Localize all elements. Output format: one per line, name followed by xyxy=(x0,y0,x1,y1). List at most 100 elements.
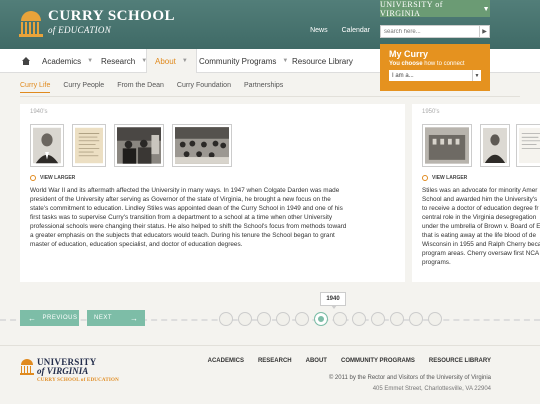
timeline-panel-1950s: 1950's VIEW LARGER Stiles was an advocat… xyxy=(412,104,540,282)
nav-resource-library[interactable]: Resource Library xyxy=(292,49,353,73)
nav-academics[interactable]: Academics ▼ xyxy=(42,49,93,73)
previous-label: PREVIOUS xyxy=(42,315,78,321)
timeline-dot[interactable] xyxy=(276,312,290,326)
chevron-down-icon: ▼ xyxy=(87,58,94,64)
copyright: © 2011 by the Rector and Visitors of the… xyxy=(328,375,491,381)
timeline-dot[interactable] xyxy=(371,312,385,326)
timeline-dot[interactable] xyxy=(428,312,442,326)
text-line: to receive a doctor of education degree … xyxy=(422,205,539,212)
view-larger-label: VIEW LARGER xyxy=(40,175,76,181)
magnifier-icon xyxy=(422,175,428,181)
rotunda-icon xyxy=(19,9,43,37)
footer-links: ACADEMICS RESEARCH ABOUT COMMUNITY PROGR… xyxy=(194,358,491,364)
utility-links: News Calendar xyxy=(310,27,370,34)
chevron-down-icon: ▼ xyxy=(472,70,481,81)
search-input[interactable] xyxy=(381,26,479,37)
text-line: School and awarded him the University's xyxy=(422,196,538,203)
document-image xyxy=(75,127,103,164)
classroom-photo xyxy=(175,127,229,164)
chevron-down-icon: ▼ xyxy=(181,58,188,64)
photo-thumbnail[interactable] xyxy=(114,124,164,167)
my-curry-panel: My Curry You choose how to connect I am … xyxy=(380,44,490,91)
subnav-from-the-dean[interactable]: From the Dean xyxy=(117,82,164,93)
next-button[interactable]: NEXT → xyxy=(87,310,145,326)
timeline-dot[interactable] xyxy=(333,312,347,326)
document-thumbnail[interactable] xyxy=(516,124,540,167)
text-line: program areas. Cherry oversaw first NCA xyxy=(422,250,540,257)
portrait-photo xyxy=(483,127,507,164)
text-line: Stiles was an advocate for minority Amer xyxy=(422,187,538,194)
view-larger-link[interactable]: VIEW LARGER xyxy=(30,175,75,181)
logo-title: CURRY SCHOOL xyxy=(48,8,176,24)
photo-thumbnail[interactable] xyxy=(172,124,232,167)
panel-year: 1950's xyxy=(422,109,440,115)
subnav-curry-life[interactable]: Curry Life xyxy=(20,82,51,93)
panel-year: 1940's xyxy=(30,109,48,115)
nav-label: Community Programs xyxy=(199,56,277,66)
magnifier-icon xyxy=(30,175,36,181)
timeline-dot[interactable] xyxy=(295,312,309,326)
role-select-value: I am a... xyxy=(392,72,414,79)
sub-nav: Curry Life Curry People From the Dean Cu… xyxy=(20,82,296,93)
text-line: programs. xyxy=(422,259,451,266)
footer-link-about[interactable]: ABOUT xyxy=(306,358,327,364)
document-image xyxy=(519,127,540,164)
curry-school-logo[interactable]: CURRY SCHOOL of EDUCATION xyxy=(19,9,175,37)
subnav-curry-people[interactable]: Curry People xyxy=(63,82,104,93)
logo-subtitle: of EDUCATION xyxy=(48,25,112,35)
footer-link-resource-library[interactable]: RESOURCE LIBRARY xyxy=(429,358,491,364)
home-icon xyxy=(22,57,30,65)
text-line: under the umbrella of Brown v. Board of … xyxy=(422,223,540,230)
panel-body-text: World War II and its aftermath affected … xyxy=(30,187,347,248)
nav-label: Resource Library xyxy=(292,56,353,66)
nav-label: Research xyxy=(101,56,136,66)
address: 405 Emmet Street, Charlottesville, VA 22… xyxy=(372,386,491,392)
portrait-photo xyxy=(33,127,61,164)
nav-community-programs[interactable]: Community Programs ▼ xyxy=(199,49,288,73)
current-year-tooltip: 1940 xyxy=(320,292,346,309)
nav-label: Academics xyxy=(42,56,82,66)
next-label: NEXT xyxy=(94,315,113,321)
building-photo xyxy=(425,127,469,164)
rotunda-icon xyxy=(20,359,34,375)
photo-thumbnail[interactable] xyxy=(30,124,64,167)
subnav-partnerships[interactable]: Partnerships xyxy=(244,82,283,93)
footer-logo-line2: of VIRGINIA xyxy=(37,366,89,376)
timeline-dot[interactable] xyxy=(390,312,404,326)
divider xyxy=(20,96,520,97)
footer-link-academics[interactable]: ACADEMICS xyxy=(208,358,244,364)
timeline-dot[interactable] xyxy=(352,312,366,326)
nav-research[interactable]: Research ▼ xyxy=(101,49,147,73)
site-footer: UNIVERSITY of VIRGINIA CURRY SCHOOL of E… xyxy=(0,345,540,404)
timeline-dot-active[interactable] xyxy=(314,312,328,326)
arrow-right-icon: → xyxy=(130,313,139,323)
previous-button[interactable]: ← PREVIOUS xyxy=(20,310,79,326)
document-thumbnail[interactable] xyxy=(72,124,106,167)
nav-home[interactable] xyxy=(19,49,33,73)
timeline-dot[interactable] xyxy=(219,312,233,326)
nav-label: About xyxy=(155,56,176,66)
calendar-link[interactable]: Calendar xyxy=(342,27,370,34)
timeline-dot[interactable] xyxy=(257,312,271,326)
arrow-left-icon: ← xyxy=(28,313,37,323)
site-header: CURRY SCHOOL of EDUCATION UNIVERSITY of … xyxy=(0,0,540,49)
subnav-curry-foundation[interactable]: Curry Foundation xyxy=(177,82,231,93)
view-larger-label: VIEW LARGER xyxy=(432,175,468,181)
role-select[interactable]: I am a... ▼ xyxy=(389,70,481,81)
timeline-dot[interactable] xyxy=(238,312,252,326)
uva-dropdown[interactable]: UNIVERSITY of VIRGINIA ▼ xyxy=(380,0,490,18)
photo-thumbnail[interactable] xyxy=(422,124,472,167)
nav-about[interactable]: About ▼ xyxy=(146,49,197,73)
timeline-nav: ← PREVIOUS NEXT → 1940 xyxy=(0,289,540,339)
view-larger-link[interactable]: VIEW LARGER xyxy=(422,175,467,181)
text-line: that is eating away at the life blood of… xyxy=(422,232,537,239)
uva-curry-footer-logo[interactable]: UNIVERSITY of VIRGINIA CURRY SCHOOL of E… xyxy=(20,358,119,383)
timeline-dot[interactable] xyxy=(409,312,423,326)
chevron-down-icon: ▼ xyxy=(282,58,289,64)
footer-link-research[interactable]: RESEARCH xyxy=(258,358,292,364)
news-link[interactable]: News xyxy=(310,27,328,34)
text-line: central role in the Virginia desegregati… xyxy=(422,214,537,221)
photo-thumbnail[interactable] xyxy=(480,124,510,167)
footer-link-community-programs[interactable]: COMMUNITY PROGRAMS xyxy=(341,358,415,364)
search-submit-arrow-icon[interactable]: ▶ xyxy=(479,26,489,37)
